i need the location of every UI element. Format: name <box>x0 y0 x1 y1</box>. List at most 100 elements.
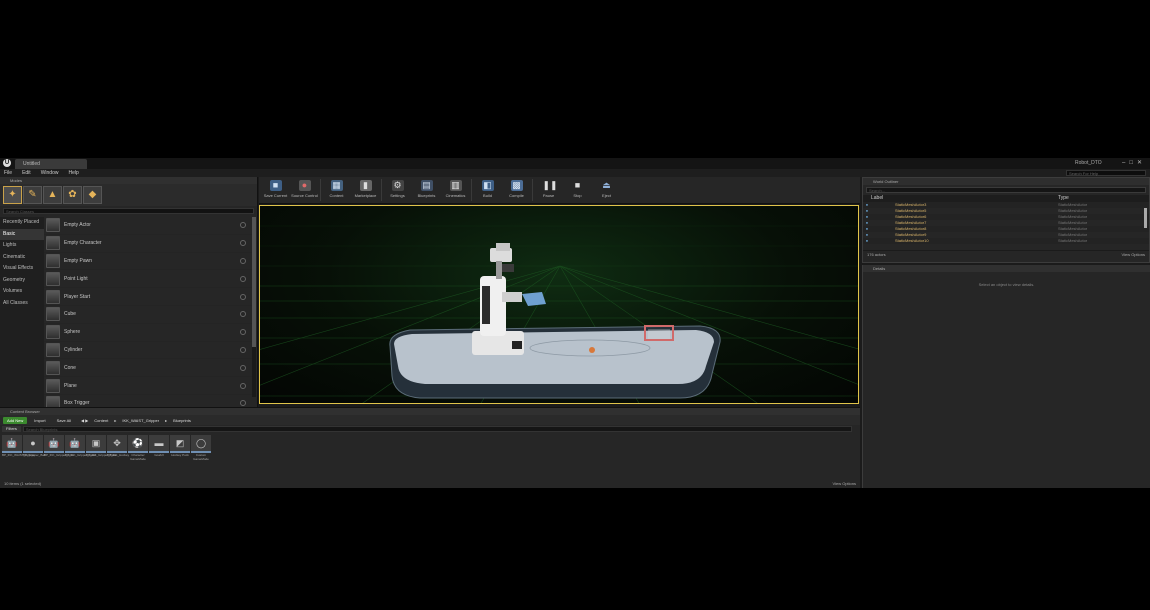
eject-button[interactable]: ⏏ Eject <box>592 177 621 203</box>
outliner-search-input[interactable]: Search... <box>866 187 1146 193</box>
info-icon[interactable] <box>240 382 246 389</box>
cube-icon <box>46 307 60 322</box>
asset-tile[interactable]: 🤖 BP_IKK_Gripper_Arm <box>44 435 73 461</box>
hockey-icon: ✥ <box>107 435 127 453</box>
back-icon[interactable]: ◀ ▶ <box>81 418 88 423</box>
stop-button[interactable]: ■ Stop <box>563 177 592 203</box>
modes-scrollbar[interactable] <box>252 217 256 397</box>
window-controls[interactable]: ‒□✕ <box>1122 159 1146 166</box>
compile-button[interactable]: ▩ Compile <box>502 177 531 203</box>
category-geometry[interactable]: Geometry <box>0 275 44 287</box>
info-icon[interactable] <box>240 346 246 353</box>
settings-icon: ⚙ <box>391 180 404 191</box>
level-viewport[interactable] <box>259 205 859 404</box>
cb-view-options-button[interactable]: View Options <box>833 481 857 486</box>
item-count: 10 items (1 selected) <box>4 481 42 486</box>
asset-tile[interactable]: ● BP_Gripper_Ball <box>23 435 45 461</box>
puck-icon: ◩ <box>170 435 190 453</box>
source-control-button[interactable]: ● Source Control <box>290 177 319 203</box>
category-visual-effects[interactable]: Visual Effects <box>0 263 44 275</box>
add-new-button[interactable]: Add New <box>3 416 28 424</box>
menu-window[interactable]: Window <box>41 169 59 177</box>
cinematics-button[interactable]: ▥ Cinematics <box>441 177 470 203</box>
place-mode-icon[interactable]: ✦ <box>3 186 22 204</box>
type-column-header[interactable]: Type <box>1058 195 1069 202</box>
asset-tile[interactable]: ◩ Hockey Puck <box>170 435 190 461</box>
category-recently-placed[interactable]: Recently Placed <box>0 217 44 229</box>
breadcrumb-folder[interactable]: IKK_WAIST_Gripper <box>122 418 159 423</box>
save-all-button[interactable]: Save All <box>53 417 75 424</box>
list-item[interactable]: Empty Actor <box>44 217 252 235</box>
list-item[interactable]: Sphere <box>44 324 252 342</box>
list-item[interactable]: Empty Pawn <box>44 253 252 271</box>
import-button[interactable]: Import <box>30 417 49 424</box>
blueprints-button[interactable]: ▤ Blueprints <box>412 177 441 203</box>
filters-button[interactable]: Filters <box>2 426 21 432</box>
foliage-mode-icon[interactable]: ✿ <box>63 186 82 204</box>
content-browser-tab[interactable]: Content Browser <box>0 408 860 415</box>
info-icon[interactable] <box>240 293 246 300</box>
list-item[interactable]: Plane <box>44 377 252 395</box>
modes-tab[interactable]: Modes <box>0 177 257 184</box>
list-item[interactable]: Player Start <box>44 288 252 306</box>
menu-edit[interactable]: Edit <box>22 169 31 177</box>
unreal-logo-icon[interactable]: U <box>3 159 11 167</box>
info-icon[interactable] <box>240 275 246 282</box>
view-options-button[interactable]: View Options <box>1122 251 1146 258</box>
info-icon[interactable] <box>240 400 246 407</box>
asset-tile[interactable]: ◯ Custom GameMode <box>191 435 211 461</box>
info-icon[interactable] <box>240 329 246 336</box>
settings-button[interactable]: ⚙ Settings <box>383 177 412 203</box>
compile-icon: ▩ <box>510 180 523 191</box>
asset-tile[interactable]: ⚽ Character GameMode <box>128 435 148 461</box>
category-lights[interactable]: Lights <box>0 240 44 252</box>
list-item[interactable]: Cube <box>44 306 252 324</box>
eye-icon[interactable]: ● <box>863 238 871 244</box>
table-row[interactable]: ● StaticMeshActor10 StaticMeshActor <box>863 238 1149 244</box>
outliner-scrollbar[interactable] <box>1144 208 1147 228</box>
world-outliner-panel: World Outliner Search... Label Type ● Sta… <box>862 177 1150 263</box>
pause-button[interactable]: ❚❚ Pause <box>534 177 563 203</box>
level-tab[interactable]: Untitled <box>15 159 87 169</box>
info-icon[interactable] <box>240 257 246 264</box>
asset-tile[interactable]: ✥ BP_IKK_Hockey <box>107 435 129 461</box>
content-filter-bar: Filters Search Blueprints <box>0 425 860 433</box>
world-outliner-tab[interactable]: World Outliner <box>863 178 1149 185</box>
build-button[interactable]: ◧ Build <box>473 177 502 203</box>
info-icon[interactable] <box>240 240 246 247</box>
breadcrumb-content[interactable]: Content <box>94 418 108 423</box>
details-tab[interactable]: Details <box>863 265 1150 272</box>
menu-file[interactable]: File <box>4 169 12 177</box>
breadcrumb-blueprints[interactable]: Blueprints <box>173 418 191 423</box>
list-item[interactable]: Point Light <box>44 270 252 289</box>
list-item[interactable]: Cylinder <box>44 342 252 360</box>
list-item[interactable]: Empty Character <box>44 235 252 253</box>
category-list: Recently Placed Basic Lights Cinematic V… <box>0 217 44 407</box>
label-column-header[interactable]: Label <box>863 195 1058 202</box>
save-current-button[interactable]: ■ Save Current <box>261 177 290 203</box>
hockey-rink[interactable] <box>389 325 721 399</box>
landscape-mode-icon[interactable]: ▲ <box>43 186 62 204</box>
geometry-mode-icon[interactable]: ◆ <box>83 186 102 204</box>
menu-help[interactable]: Help <box>68 169 78 177</box>
asset-tile[interactable]: 🤖 BP_IKK_Gripper_Head <box>65 435 96 461</box>
asset-tile[interactable]: ▣ BP_IKK_Gripper_Base <box>86 435 117 461</box>
marketplace-button[interactable]: ▮ Marketplace <box>351 177 380 203</box>
content-search-input[interactable]: Search Blueprints <box>22 426 852 432</box>
list-item[interactable]: Cone <box>44 359 252 378</box>
category-volumes[interactable]: Volumes <box>0 286 44 298</box>
list-item[interactable]: Box Trigger <box>44 395 252 407</box>
category-all-classes[interactable]: All Classes <box>0 298 44 310</box>
asset-tile[interactable]: 🤖 BP_IKK_WAIST_Gripper <box>2 435 35 461</box>
category-cinematic[interactable]: Cinematic <box>0 252 44 264</box>
content-button[interactable]: ▦ Content <box>322 177 351 203</box>
info-icon[interactable] <box>240 364 246 371</box>
info-icon[interactable] <box>240 222 246 229</box>
search-classes-input[interactable]: Search Classes <box>3 208 254 214</box>
asset-tile[interactable]: ▬ GoalUI <box>149 435 169 461</box>
search-help-input[interactable]: Search For Help <box>1066 170 1146 176</box>
paint-mode-icon[interactable]: ✎ <box>23 186 42 204</box>
info-icon[interactable] <box>240 311 246 318</box>
content-browser-panel: Content Browser Add New Import Save All … <box>0 407 860 488</box>
category-basic[interactable]: Basic <box>0 228 44 240</box>
